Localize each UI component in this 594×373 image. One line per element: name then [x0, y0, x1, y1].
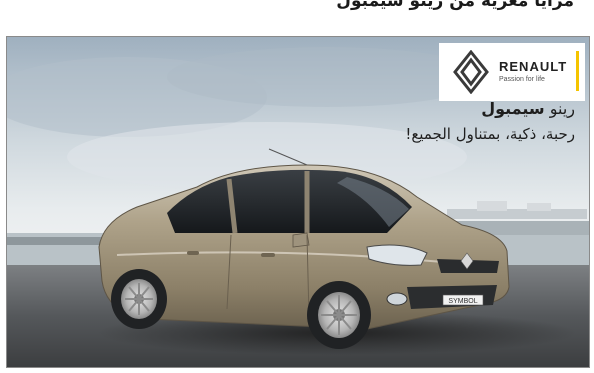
- page-caption: مزايا مغرية من رينو سيمبول: [336, 0, 574, 11]
- headline-brand: رينو: [549, 99, 575, 118]
- brand-name: RENAULT: [499, 59, 568, 74]
- ad-headline: رينو سيمبول: [481, 99, 575, 118]
- brand-accent-bar: [576, 51, 579, 91]
- headline-model: سيمبول: [481, 99, 545, 118]
- license-plate-text: SYMBOL: [448, 298, 477, 305]
- page-caption-strip: مزايا مغرية من رينو سيمبول: [0, 0, 594, 20]
- ad-subheadline: رحبة، ذكية، بمتناول الجميع!: [405, 125, 575, 143]
- brand-tagline: Passion for life: [499, 76, 545, 83]
- advertisement-image: SYMBOL RENAULT Passion for life رينو سيم…: [6, 36, 590, 368]
- brand-logo-panel: RENAULT Passion for life: [439, 43, 585, 101]
- renault-diamond-icon: [453, 50, 489, 94]
